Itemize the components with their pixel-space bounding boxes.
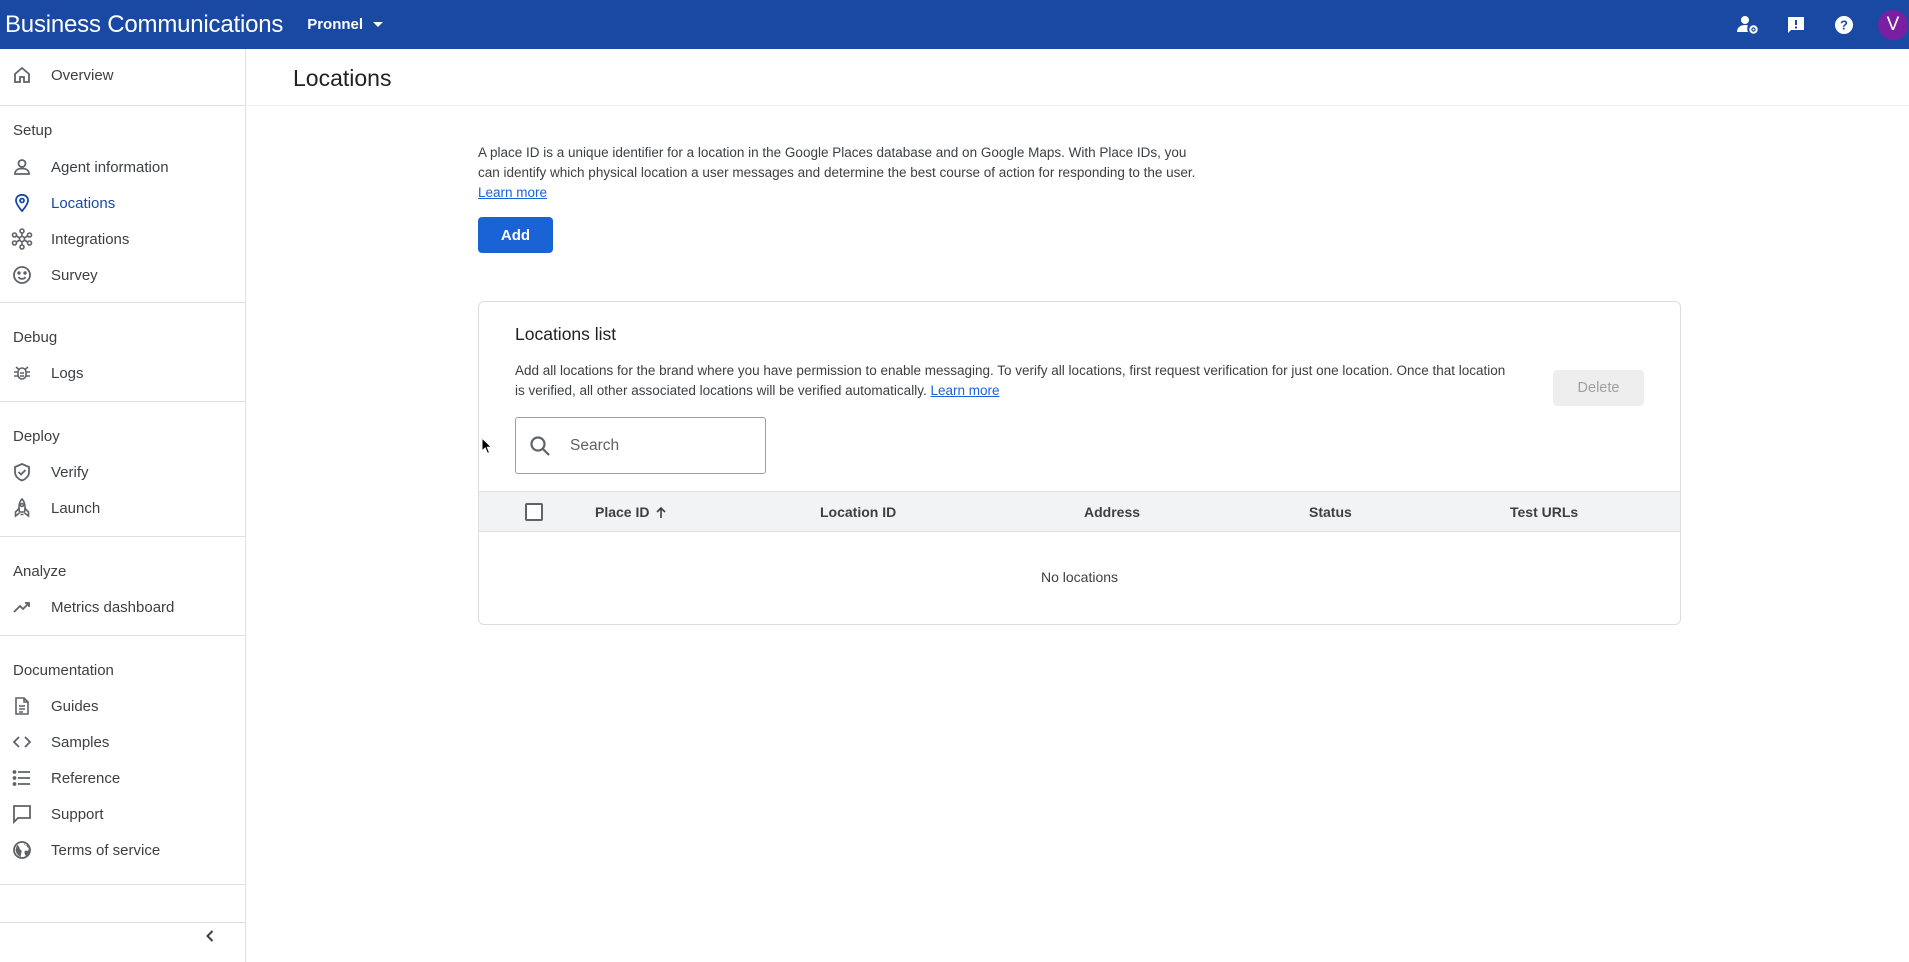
sidebar-item-metrics-dashboard[interactable]: Metrics dashboard [0, 589, 245, 625]
section-setup: Setup [13, 122, 53, 139]
delete-button[interactable]: Delete [1553, 370, 1644, 406]
sidebar-item-samples[interactable]: Samples [0, 724, 245, 760]
sidebar-item-guides[interactable]: Guides [0, 688, 245, 724]
chevron-left-icon [204, 929, 216, 948]
sidebar-item-label: Launch [51, 499, 101, 517]
column-label: Status [1309, 504, 1352, 520]
card-description-text: Add all locations for the brand where yo… [515, 363, 1506, 398]
person-icon [10, 155, 34, 179]
sidebar-item-support[interactable]: Support [0, 796, 245, 832]
intro-text: A place ID is a unique identifier for a … [478, 145, 1196, 180]
list-icon [10, 766, 34, 790]
learn-more-link[interactable]: Learn more [930, 383, 999, 398]
rocket-icon [10, 496, 34, 520]
sidebar-item-logs[interactable]: Logs [0, 355, 245, 391]
table-header: Place ID Location ID Address Status Test… [479, 491, 1680, 532]
mouse-cursor-icon [481, 436, 493, 455]
section-deploy: Deploy [13, 428, 60, 445]
sidebar-item-verify[interactable]: Verify [0, 454, 245, 490]
column-header-test-urls[interactable]: Test URLs [1510, 504, 1578, 520]
locations-list-card: Locations list Add all locations for the… [478, 301, 1681, 625]
nav-divider [0, 302, 245, 303]
verified-shield-icon [10, 460, 34, 484]
feedback-icon[interactable] [1782, 11, 1810, 39]
column-label: Test URLs [1510, 504, 1579, 520]
trending-up-icon [10, 595, 34, 619]
sidebar-item-label: Reference [51, 769, 121, 787]
nav-divider [0, 635, 245, 636]
dropdown-arrow-icon [373, 21, 384, 28]
sidebar-item-launch[interactable]: Launch [0, 490, 245, 526]
sidebar-item-label: Verify [51, 463, 89, 481]
search-input[interactable] [568, 435, 748, 456]
nav-divider [0, 536, 245, 537]
sidebar-item-label: Support [51, 805, 104, 823]
select-all-checkbox[interactable] [525, 503, 543, 521]
column-header-address[interactable]: Address [1084, 504, 1140, 520]
avatar[interactable]: V [1878, 9, 1908, 40]
svg-text:?: ? [1840, 17, 1848, 32]
nav-divider [0, 884, 245, 885]
nav-divider [0, 922, 245, 923]
sidebar-item-label: Terms of service [51, 841, 161, 859]
empty-state-message: No locations [1040, 569, 1119, 585]
sidebar-item-label: Metrics dashboard [51, 598, 175, 616]
help-icon[interactable]: ? [1830, 11, 1858, 39]
column-label: Location ID [820, 504, 897, 520]
location-pin-icon [10, 191, 34, 215]
sidebar-item-label: Survey [51, 266, 98, 284]
arrow-up-icon [656, 506, 667, 522]
card-description: Add all locations for the brand where yo… [515, 361, 1515, 401]
manage-accounts-icon[interactable] [1734, 11, 1762, 39]
sidebar-item-label: Samples [51, 733, 110, 751]
sidebar-item-locations[interactable]: Locations [0, 185, 245, 221]
sidebar-item-label: Agent information [51, 158, 169, 176]
sidebar-item-survey[interactable]: Survey [0, 257, 245, 293]
smiley-icon [10, 263, 34, 287]
sidebar-item-label: Guides [51, 697, 99, 715]
sidebar-item-label: Logs [51, 364, 84, 382]
sidebar: Overview Setup Agent information Locatio… [0, 49, 246, 962]
account-switcher[interactable]: Pronnel [307, 16, 384, 33]
column-header-place-id[interactable]: Place ID [595, 504, 667, 522]
globe-icon [10, 838, 34, 862]
account-name: Pronnel [307, 16, 364, 33]
sidebar-item-label: Integrations [51, 230, 130, 248]
search-icon [526, 432, 554, 460]
search-field[interactable] [515, 417, 766, 474]
sidebar-item-label: Overview [51, 66, 114, 84]
column-label: Place ID [595, 504, 650, 520]
sidebar-item-overview[interactable]: Overview [0, 57, 245, 93]
sidebar-item-terms-of-service[interactable]: Terms of service [0, 832, 245, 868]
intro-description: A place ID is a unique identifier for a … [478, 143, 1198, 203]
sidebar-item-integrations[interactable]: Integrations [0, 221, 245, 257]
column-header-location-id[interactable]: Location ID [820, 504, 896, 520]
collapse-sidebar-button[interactable] [198, 926, 222, 950]
nav-divider [0, 105, 245, 106]
app-title[interactable]: Business Communications [5, 11, 283, 39]
page-title: Locations [293, 65, 392, 91]
hub-icon [10, 227, 34, 251]
sidebar-item-reference[interactable]: Reference [0, 760, 245, 796]
bug-icon [10, 361, 34, 385]
card-title: Locations list [515, 324, 617, 344]
sidebar-item-agent-information[interactable]: Agent information [0, 149, 245, 185]
section-analyze: Analyze [13, 563, 67, 580]
learn-more-link[interactable]: Learn more [478, 185, 547, 200]
section-debug: Debug [13, 329, 58, 346]
home-icon [10, 63, 34, 87]
add-button[interactable]: Add [478, 217, 553, 253]
top-app-bar: Business Communications Pronnel ? V [0, 0, 1909, 49]
page-header: Locations [247, 49, 1909, 106]
nav-divider [0, 401, 245, 402]
document-icon [10, 694, 34, 718]
sidebar-item-label: Locations [51, 194, 116, 212]
code-icon [10, 730, 34, 754]
section-documentation: Documentation [13, 662, 114, 679]
column-header-status[interactable]: Status [1309, 504, 1352, 520]
column-label: Address [1084, 504, 1141, 520]
chat-bubble-icon [10, 802, 34, 826]
